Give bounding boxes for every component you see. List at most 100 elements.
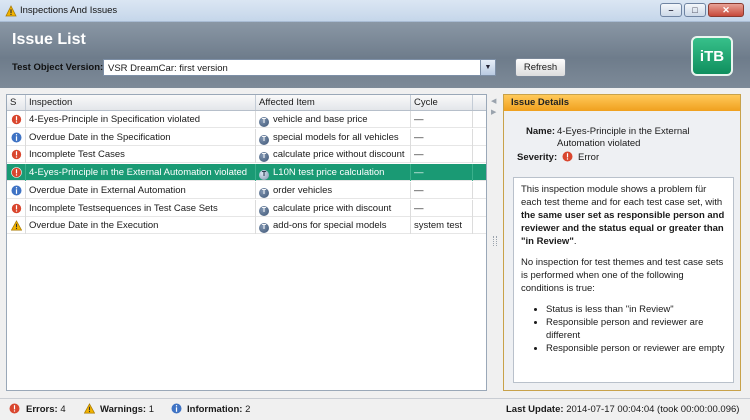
- affected-item-text: vehicle and base price: [273, 114, 368, 125]
- warnings-count: 1: [148, 404, 155, 415]
- errors-status: Errors: 4: [26, 404, 66, 415]
- severity-cell: [7, 181, 26, 199]
- warnings-status: Warnings: 1: [100, 404, 154, 415]
- severity-cell: [7, 199, 26, 217]
- severity-cell: [7, 217, 26, 235]
- desc-text-bold: the same user set as responsible person …: [521, 210, 725, 247]
- cycle-cell: system test: [411, 217, 473, 235]
- column-header-affected-item[interactable]: Affected Item: [256, 95, 411, 110]
- desc-text-2: No inspection for test themes and test c…: [521, 257, 724, 294]
- info-icon: [11, 185, 22, 196]
- test-theme-icon: T: [259, 152, 269, 163]
- cycle-cell: —: [411, 164, 473, 182]
- error-icon: [11, 149, 22, 161]
- last-update-label: Last Update:: [506, 404, 564, 415]
- severity-label: Severity:: [517, 152, 558, 163]
- inspection-cell: Overdue Date in the Specification: [26, 128, 256, 146]
- minimize-button[interactable]: –: [660, 3, 682, 17]
- panel-splitter[interactable]: ◀ ▶: [489, 94, 499, 391]
- table-row[interactable]: 4-Eyes-Principle in Specification violat…: [7, 111, 486, 128]
- inspection-cell: 4-Eyes-Principle in Specification violat…: [26, 111, 256, 128]
- test-theme-icon: T: [259, 187, 269, 198]
- name-value: 4-Eyes-Principle in the External Automat…: [557, 126, 690, 149]
- maximize-button[interactable]: □: [684, 3, 706, 17]
- status-bar: Errors: 4 Warnings: 1 Information: 2 Las…: [0, 398, 750, 420]
- table-row[interactable]: Overdue Date in the Specification Tspecia…: [7, 128, 486, 146]
- warning-icon: [11, 220, 22, 231]
- affected-item-text: calculate price with discount: [273, 202, 392, 214]
- test-theme-icon: T: [259, 205, 269, 216]
- test-theme-icon: T: [259, 117, 269, 127]
- warnings-label: Warnings:: [100, 404, 147, 415]
- error-icon: [9, 403, 20, 414]
- error-icon: [11, 167, 22, 178]
- affected-item-text: L10N test price calculation: [273, 167, 385, 179]
- affected-item-cell: Tcalculate price without discount: [256, 146, 411, 164]
- itb-logo: iTB: [691, 36, 733, 76]
- severity-cell: [7, 146, 26, 164]
- severity-value: Error: [578, 152, 600, 163]
- test-theme-icon: T: [259, 170, 269, 181]
- condition-list: Status is less than "in Review" Responsi…: [521, 303, 726, 355]
- inspection-cell: Incomplete Test Cases: [26, 146, 256, 164]
- info-icon: [11, 132, 22, 143]
- table-header: S Inspection Affected Item Cycle: [7, 95, 486, 111]
- affected-item-cell: Tvehicle and base price: [256, 111, 411, 128]
- errors-label: Errors:: [26, 404, 58, 415]
- table-row[interactable]: 4-Eyes-Principle in the External Automat…: [7, 164, 486, 182]
- version-label: Test Object Version:: [12, 62, 104, 73]
- information-status: Information: 2: [187, 404, 250, 415]
- cycle-cell: —: [411, 111, 473, 128]
- test-theme-icon: T: [259, 223, 269, 234]
- desc-text-1: This inspection module shows a problem f…: [521, 184, 723, 208]
- chevron-down-icon[interactable]: ▼: [480, 60, 495, 75]
- cycle-cell: —: [411, 199, 473, 217]
- issue-details-panel: Issue Details Name: 4-Eyes-Principle in …: [503, 94, 741, 391]
- splitter-grip[interactable]: [493, 236, 497, 246]
- affected-item-cell: Tcalculate price with discount: [256, 199, 411, 217]
- window-title: Inspections And Issues: [20, 5, 118, 16]
- desc-text-end: .: [573, 236, 577, 247]
- information-label: Information:: [187, 404, 243, 415]
- cycle-cell: —: [411, 181, 473, 199]
- information-count: 2: [245, 404, 251, 415]
- table-row[interactable]: Overdue Date in the Execution Tadd-ons fo…: [7, 217, 486, 235]
- error-icon: [11, 202, 22, 214]
- page-title: Issue List: [12, 31, 86, 48]
- column-header-inspection[interactable]: Inspection: [26, 95, 256, 110]
- inspection-cell: Incomplete Testsequences in Test Case Se…: [26, 199, 256, 217]
- cycle-cell: —: [411, 146, 473, 164]
- affected-item-text: order vehicles: [273, 184, 333, 196]
- info-icon: [171, 403, 182, 414]
- minimize-icon: –: [668, 5, 674, 15]
- collapse-right-icon[interactable]: ▶: [491, 108, 496, 116]
- condition-item: Status is less than "in Review": [546, 303, 726, 316]
- inspection-cell: 4-Eyes-Principle in the External Automat…: [26, 164, 256, 182]
- affected-item-cell: Tspecial models for all vehicles: [256, 128, 411, 146]
- last-update-value: 2014-07-17 00:04:04 (took 00:00:00.096): [566, 404, 740, 415]
- errors-count: 4: [60, 404, 66, 415]
- version-select[interactable]: VSR DreamCar: first version ▼: [103, 59, 496, 76]
- refresh-button[interactable]: Refresh: [515, 58, 566, 77]
- column-header-cycle[interactable]: Cycle: [411, 95, 473, 110]
- table-row[interactable]: Overdue Date in External Automation Torde…: [7, 181, 486, 199]
- column-header-severity[interactable]: S: [7, 95, 26, 110]
- cycle-cell: —: [411, 128, 473, 146]
- close-button[interactable]: ✕: [708, 3, 744, 17]
- test-theme-icon: T: [259, 134, 269, 145]
- table-row[interactable]: Incomplete Test Cases Tcalculate price wi…: [7, 146, 486, 164]
- collapse-left-icon[interactable]: ◀: [491, 97, 496, 105]
- issue-table: S Inspection Affected Item Cycle 4-Eyes-…: [6, 94, 487, 391]
- affected-item-cell: Tadd-ons for special models: [256, 217, 411, 235]
- severity-cell: [7, 164, 26, 182]
- issue-description: This inspection module shows a problem f…: [513, 177, 734, 383]
- affected-item-cell: T L10N test price calculation: [256, 164, 411, 182]
- warning-icon: [84, 403, 95, 414]
- affected-item-text: special models for all vehicles: [273, 131, 399, 143]
- issue-details-heading: Issue Details: [504, 95, 740, 111]
- warning-icon: [5, 5, 17, 17]
- table-row[interactable]: Incomplete Testsequences in Test Case Se…: [7, 199, 486, 217]
- affected-item-cell: Torder vehicles: [256, 181, 411, 199]
- condition-item: Responsible person or reviewer are empty: [546, 342, 726, 355]
- inspection-cell: Overdue Date in the Execution: [26, 217, 256, 235]
